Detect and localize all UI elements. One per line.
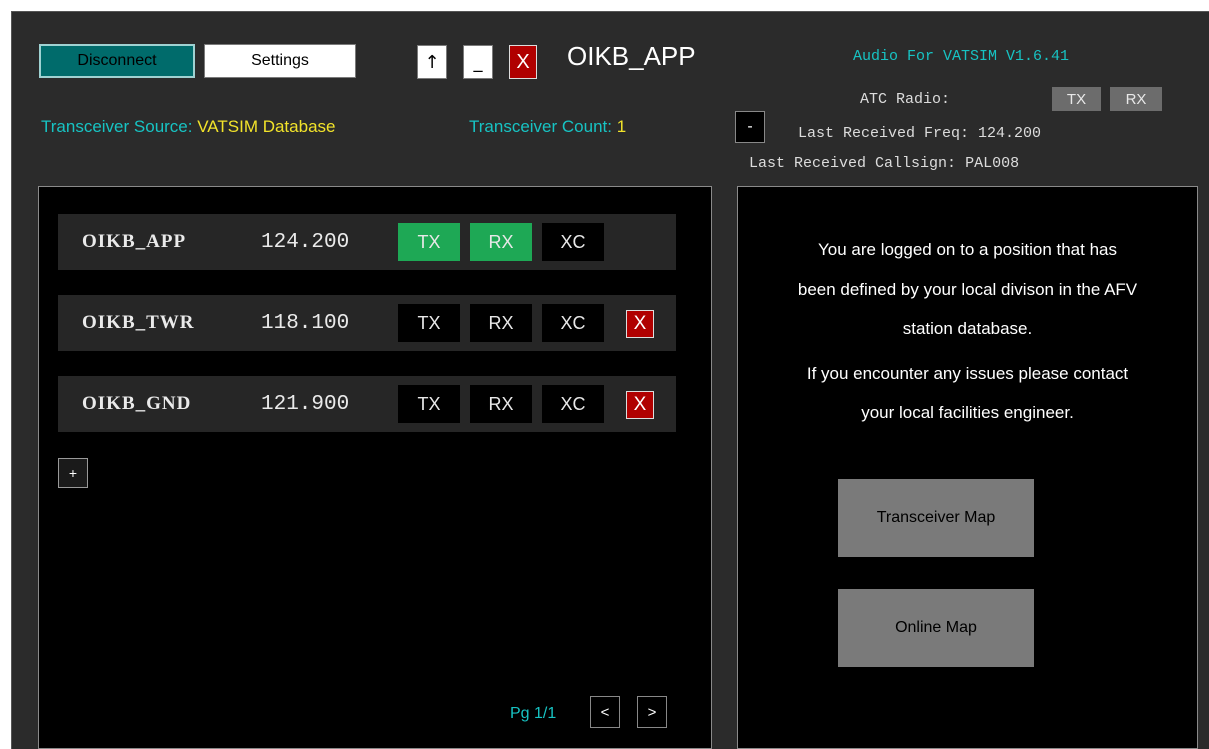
station-callsign: OIKB_GND (82, 393, 192, 414)
afv-window: Disconnect Settings ↑ _ X OIKB_APP Trans… (11, 11, 1209, 749)
page-indicator: Pg 1/1 (510, 705, 557, 722)
chevron-left-icon: < (600, 703, 610, 721)
station-callsign: OIKB_TWR (82, 312, 195, 333)
collapse-button[interactable]: - (735, 111, 765, 143)
station-tx-toggle[interactable]: TX (398, 385, 460, 423)
notice-line-1: You are logged on to a position that has (818, 240, 1117, 259)
remove-station-button[interactable]: X (626, 310, 654, 338)
transceiver-source-value: VATSIM Database (197, 117, 336, 136)
transceiver-map-button[interactable]: Transceiver Map (838, 479, 1034, 557)
last-received-freq: Last Received Freq: 124.200 (798, 125, 1041, 142)
active-callsign: OIKB_APP (567, 41, 696, 71)
last-received-callsign-value: PAL008 (965, 155, 1020, 172)
last-received-freq-label: Last Received Freq: (798, 125, 970, 142)
close-icon: X (633, 394, 647, 415)
close-icon: X (516, 50, 530, 73)
prev-page-button[interactable]: < (590, 696, 620, 728)
station-rx-toggle[interactable]: RX (470, 223, 532, 261)
last-received-callsign-label: Last Received Callsign: (749, 155, 957, 172)
atc-radio-tx-indicator: TX (1052, 87, 1101, 111)
last-received-callsign: Last Received Callsign: PAL008 (749, 155, 1019, 172)
station-rx-toggle[interactable]: RX (470, 304, 532, 342)
minus-icon: - (747, 118, 753, 135)
station-tx-toggle[interactable]: TX (398, 223, 460, 261)
transceiver-count-label: Transceiver Count: (469, 117, 612, 136)
transceiver-source-label: Transceiver Source: (41, 117, 193, 136)
station-row: OIKB_TWR 118.100 TX RX XC X (58, 295, 676, 351)
close-window-button[interactable]: X (509, 45, 537, 79)
close-icon: X (633, 313, 647, 334)
station-callsign: OIKB_APP (82, 231, 187, 252)
station-rx-toggle[interactable]: RX (470, 385, 532, 423)
station-frequency: 124.200 (261, 231, 350, 254)
station-frequency: 118.100 (261, 312, 350, 335)
transceiver-source: Transceiver Source: VATSIM Database (41, 117, 335, 137)
station-xc-toggle[interactable]: XC (542, 304, 604, 342)
disconnect-button[interactable]: Disconnect (39, 44, 195, 78)
notice-line-5: your local facilities engineer. (861, 403, 1074, 422)
pin-on-top-button[interactable]: ↑ (417, 45, 447, 79)
notice-line-3: station database. (902, 319, 1033, 338)
notice-line-4: If you encounter any issues please conta… (806, 364, 1129, 383)
atc-radio-rx-indicator: RX (1110, 87, 1162, 111)
chevron-right-icon: > (647, 703, 657, 721)
remove-station-button[interactable]: X (626, 391, 654, 419)
station-row: OIKB_APP 124.200 TX RX XC (58, 214, 676, 270)
station-row: OIKB_GND 121.900 TX RX XC X (58, 376, 676, 432)
add-station-button[interactable]: + (58, 458, 88, 488)
station-list-panel: OIKB_APP 124.200 TX RX XC OIKB_TWR 118.1… (38, 186, 712, 749)
plus-icon: + (68, 465, 78, 481)
arrow-up-icon: ↑ (424, 51, 440, 73)
settings-button[interactable]: Settings (204, 44, 356, 78)
minimize-icon: _ (473, 51, 483, 73)
minimize-button[interactable]: _ (463, 45, 493, 79)
station-frequency: 121.900 (261, 393, 350, 416)
station-xc-toggle[interactable]: XC (542, 385, 604, 423)
transceiver-count: Transceiver Count: 1 (469, 117, 626, 137)
station-xc-toggle[interactable]: XC (542, 223, 604, 261)
transceiver-count-value: 1 (616, 117, 627, 136)
notice-panel: You are logged on to a position that has… (737, 186, 1198, 749)
atc-radio-label: ATC Radio: (860, 91, 951, 108)
next-page-button[interactable]: > (637, 696, 667, 728)
online-map-button[interactable]: Online Map (838, 589, 1034, 667)
notice-line-2: been defined by your local divison in th… (797, 280, 1138, 299)
station-tx-toggle[interactable]: TX (398, 304, 460, 342)
app-version-title: Audio For VATSIM V1.6.41 (853, 48, 1070, 65)
last-received-freq-value: 124.200 (978, 125, 1042, 142)
